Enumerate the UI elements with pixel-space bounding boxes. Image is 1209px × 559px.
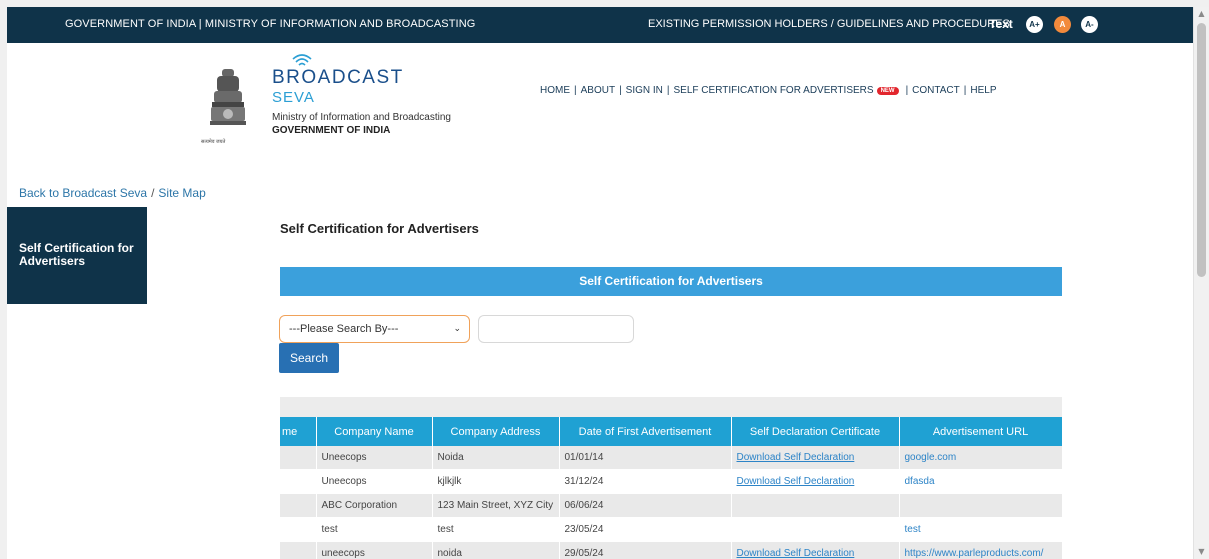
table-cell: noida bbox=[432, 541, 560, 559]
nav-separator: | bbox=[666, 85, 670, 96]
breadcrumb-sitemap-link[interactable]: Site Map bbox=[158, 186, 205, 200]
table-cell: Noida bbox=[432, 446, 560, 470]
brand-ministry: Ministry of Information and Broadcasting bbox=[272, 112, 451, 123]
new-badge-icon: NEW bbox=[876, 87, 899, 95]
table-cell bbox=[280, 493, 317, 518]
nav-signin[interactable]: SIGN IN bbox=[626, 85, 663, 96]
column-header: Company Address bbox=[432, 417, 560, 446]
scroll-up-icon[interactable]: ▲ bbox=[1197, 9, 1206, 19]
column-header: Date of First Advertisement bbox=[559, 417, 732, 446]
nav-contact[interactable]: CONTACT bbox=[912, 85, 960, 96]
column-header: me bbox=[280, 417, 317, 446]
results-table: me Company Name Company Address Date of … bbox=[280, 417, 1062, 559]
table-cell bbox=[731, 517, 900, 542]
nav-separator: | bbox=[619, 85, 622, 96]
text-size-label: Text bbox=[989, 17, 1013, 31]
table-cell: Uneecops bbox=[316, 446, 433, 470]
table-row: test test 23/05/24 test bbox=[280, 517, 1062, 542]
breadcrumb-separator: / bbox=[151, 186, 155, 200]
breadcrumb: Back to Broadcast Seva / Site Map bbox=[19, 186, 206, 200]
table-row: uneecops noida 29/05/24 Download Self De… bbox=[280, 541, 1062, 559]
table-cell bbox=[280, 517, 317, 542]
advertisement-url[interactable]: https://www.parleproducts.com/ bbox=[899, 541, 1062, 559]
search-by-select[interactable]: ---Please Search By--- ⌄ bbox=[279, 315, 470, 343]
table-cell: Download Self Declaration bbox=[731, 541, 900, 559]
sidebar: Self Certification for Advertisers bbox=[7, 207, 147, 304]
gov-header-text: GOVERNMENT OF INDIA | MINISTRY OF INFORM… bbox=[65, 18, 476, 30]
table-cell: test bbox=[316, 517, 433, 542]
breadcrumb-back-link[interactable]: Back to Broadcast Seva bbox=[19, 186, 147, 200]
column-header: Self Declaration Certificate bbox=[731, 417, 900, 446]
table-cell: uneecops bbox=[316, 541, 433, 559]
brand-government: GOVERNMENT OF INDIA bbox=[272, 125, 391, 136]
scroll-down-icon[interactable]: ▼ bbox=[1197, 547, 1206, 557]
brand-name-line1: BROADCAST bbox=[272, 67, 404, 88]
nav-separator: | bbox=[963, 85, 967, 96]
table-cell: 31/12/24 bbox=[559, 469, 732, 494]
scrollbar-thumb[interactable] bbox=[1197, 23, 1206, 277]
download-declaration-link[interactable]: Download Self Declaration bbox=[737, 548, 855, 559]
download-declaration-link[interactable]: Download Self Declaration bbox=[737, 476, 855, 487]
table-header-row: me Company Name Company Address Date of … bbox=[280, 417, 1062, 446]
table-cell: ABC Corporation bbox=[316, 493, 433, 518]
font-normal-button[interactable]: A bbox=[1054, 16, 1071, 33]
advertisement-url[interactable] bbox=[899, 493, 1062, 518]
table-cell: 123 Main Street, XYZ City bbox=[432, 493, 560, 518]
nav-about[interactable]: ABOUT bbox=[581, 85, 615, 96]
table-cell: Download Self Declaration bbox=[731, 446, 900, 470]
table-cell: kjlkjlk bbox=[432, 469, 560, 494]
main-nav: HOME | ABOUT | SIGN IN | SELF CERTIFICATION FO… bbox=[540, 85, 997, 96]
table-cell bbox=[280, 541, 317, 559]
broadcast-wifi-icon bbox=[292, 54, 312, 66]
column-header: Advertisement URL bbox=[899, 417, 1062, 446]
search-button[interactable]: Search bbox=[279, 343, 339, 373]
national-emblem-logo bbox=[206, 67, 250, 149]
top-links[interactable]: EXISTING PERMISSION HOLDERS / GUIDELINES… bbox=[648, 18, 1010, 30]
font-decrease-button[interactable]: A- bbox=[1081, 16, 1098, 33]
panel-header: Self Certification for Advertisers bbox=[280, 267, 1062, 296]
table-cell bbox=[280, 446, 317, 470]
nav-self-certification[interactable]: SELF CERTIFICATION FOR ADVERTISERS bbox=[674, 85, 874, 96]
nav-home[interactable]: HOME bbox=[540, 85, 570, 96]
table-scroll-strip[interactable] bbox=[280, 397, 1062, 417]
brand-name-line2: SEVA bbox=[272, 89, 315, 106]
search-input[interactable] bbox=[478, 315, 634, 343]
font-increase-button[interactable]: A+ bbox=[1026, 16, 1043, 33]
advertisement-url[interactable]: google.com bbox=[899, 446, 1062, 470]
table-cell: 29/05/24 bbox=[559, 541, 732, 559]
nav-help[interactable]: HELP bbox=[970, 85, 996, 96]
table-cell: 23/05/24 bbox=[559, 517, 732, 542]
emblem-caption: सत्यमेव जयते bbox=[201, 139, 226, 145]
page-title: Self Certification for Advertisers bbox=[280, 221, 479, 236]
column-header: Company Name bbox=[316, 417, 433, 446]
download-declaration-link[interactable]: Download Self Declaration bbox=[737, 452, 855, 463]
table-row: Uneecops Noida 01/01/14 Download Self De… bbox=[280, 446, 1062, 470]
table-cell: 01/01/14 bbox=[559, 446, 732, 470]
table-cell: 06/06/24 bbox=[559, 493, 732, 518]
table-cell: Download Self Declaration bbox=[731, 469, 900, 494]
chevron-down-icon: ⌄ bbox=[453, 324, 461, 334]
search-by-select-value: ---Please Search By--- bbox=[289, 323, 399, 335]
table-row: Uneecops kjlkjlk 31/12/24 Download Self … bbox=[280, 469, 1062, 494]
table-cell: Uneecops bbox=[316, 469, 433, 494]
table-cell bbox=[731, 493, 900, 518]
table-cell: test bbox=[432, 517, 560, 542]
vertical-scrollbar[interactable]: ▲ ▼ bbox=[1193, 7, 1209, 559]
page: GOVERNMENT OF INDIA | MINISTRY OF INFORM… bbox=[7, 7, 1194, 559]
nav-separator: | bbox=[905, 85, 909, 96]
advertisement-url[interactable]: test bbox=[899, 517, 1062, 542]
nav-separator: | bbox=[574, 85, 577, 96]
top-bar: GOVERNMENT OF INDIA | MINISTRY OF INFORM… bbox=[7, 7, 1194, 43]
advertisement-url[interactable]: dfasda bbox=[899, 469, 1062, 494]
table-row: ABC Corporation 123 Main Street, XYZ Cit… bbox=[280, 493, 1062, 518]
table-cell bbox=[280, 469, 317, 494]
sidebar-item-self-certification[interactable]: Self Certification for Advertisers bbox=[19, 242, 139, 268]
